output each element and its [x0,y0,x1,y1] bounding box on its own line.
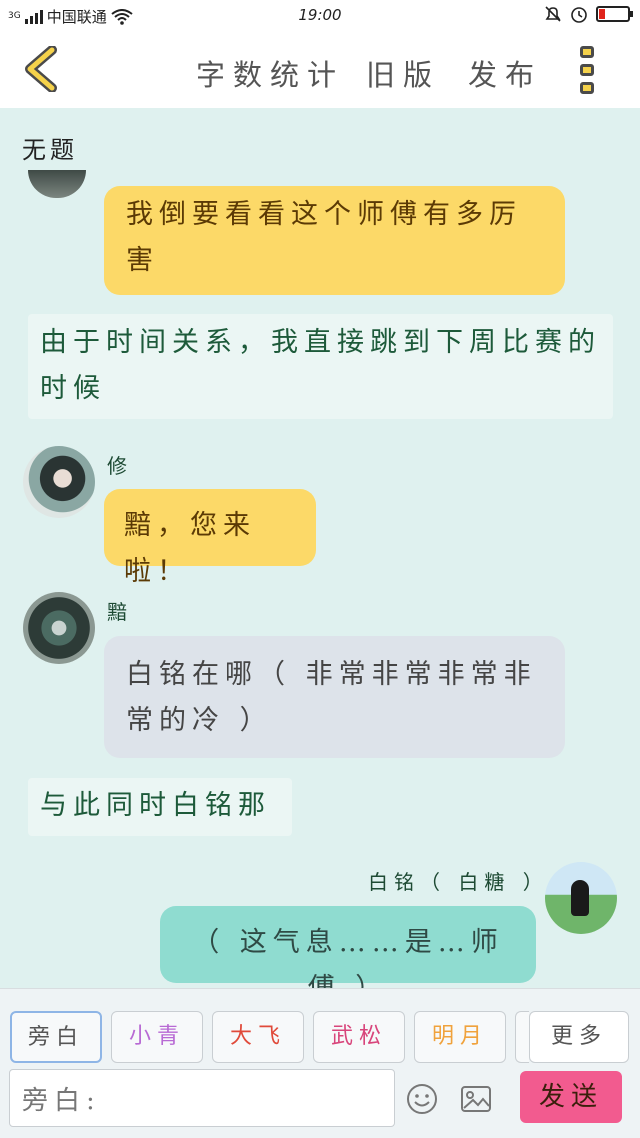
narration-block[interactable]: 与此同时白铭那 [28,778,292,836]
role-xiaoqing-button[interactable]: 小青 [111,1011,203,1063]
alarm-icon [545,6,561,22]
message-bubble[interactable]: 白铭在哪（ 非常非常非常非常的冷 ） [104,636,565,758]
emoji-icon[interactable] [406,1083,438,1115]
avatar[interactable] [28,170,86,198]
status-bar: 3G 中国联通 19:00 [0,0,640,32]
app-header: 字数统计 旧版 发布 [0,32,640,108]
more-icon[interactable] [580,46,598,94]
word-count-button[interactable]: 字数统计 [196,52,344,94]
avatar[interactable] [23,446,95,518]
avatar[interactable] [545,862,617,934]
narration-block[interactable]: 由于时间关系，我直接跳到下周比赛的时候 [28,314,613,419]
sender-name: 黯 [107,600,131,624]
sender-name: 修 [107,454,131,478]
old-version-button[interactable]: 旧版 [366,52,440,94]
status-right [544,5,633,23]
chat-area[interactable]: 无题 我倒要看看这个师傅有多厉害 由于时间关系，我直接跳到下周比赛的时候 修 黯… [0,108,640,988]
role-narrator-button[interactable]: 旁白 [10,1011,102,1063]
clock-icon [571,7,587,23]
role-mingyue-button[interactable]: 明月 [414,1011,506,1063]
send-button[interactable]: 发送 [520,1071,622,1123]
role-partial-button[interactable] [515,1011,529,1063]
image-icon[interactable] [460,1085,492,1113]
message-input[interactable]: 旁白: [9,1069,395,1127]
publish-button[interactable]: 发布 [468,52,542,94]
story-title: 无题 [22,136,78,164]
more-roles-button[interactable]: 更多 [529,1011,629,1063]
message-bubble[interactable]: （ 这气息……是…师傅 ） [160,906,536,988]
sender-name: 白铭（ 白糖 ） [368,870,549,894]
battery-icon [596,6,633,22]
message-bubble[interactable]: 我倒要看看这个师傅有多厉害 [104,186,565,295]
role-wusong-button[interactable]: 武松 [313,1011,405,1063]
role-selector: 旁白 小青 大飞 武松 明月 更多 [0,999,640,1063]
avatar[interactable] [23,592,95,664]
composer-bar: 旁白 小青 大飞 武松 明月 更多 旁白: 发送 [0,988,640,1138]
role-dafei-button[interactable]: 大飞 [212,1011,304,1063]
back-arrow-icon[interactable] [22,46,62,92]
message-bubble[interactable]: 黯，您来啦！ [104,489,316,587]
